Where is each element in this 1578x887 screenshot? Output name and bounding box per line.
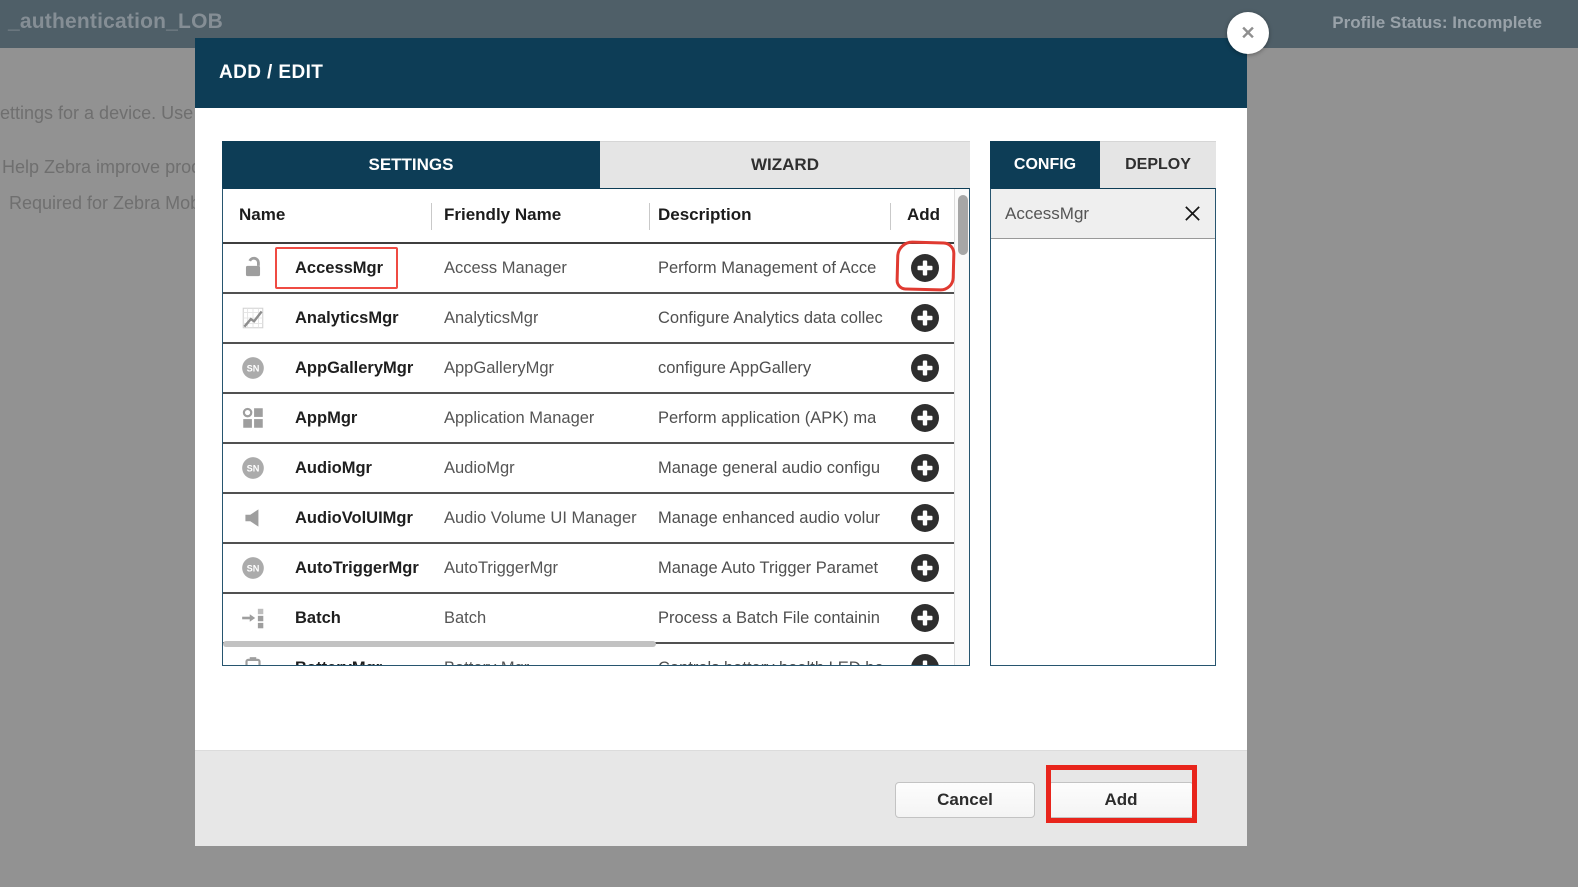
cancel-button[interactable]: Cancel (895, 782, 1035, 818)
column-divider (431, 203, 432, 230)
table-body: AccessMgr Access Manager Perform Managemen… (223, 244, 969, 666)
table-row: AnalyticsMgr AnalyticsMgr Configure Analyt… (223, 294, 954, 344)
settings-table-section: SETTINGS WIZARD Name Friendly Name Descr… (222, 141, 970, 666)
row-add-plus-button[interactable] (910, 453, 940, 483)
row-description: Controls battery health LED be (658, 644, 884, 666)
row-add-plus-button[interactable] (910, 253, 940, 283)
row-description: Process a Batch File containin (658, 594, 880, 642)
screen: { "topbar": { "title": "_authentication_… (0, 0, 1578, 887)
speaker-icon (240, 505, 266, 531)
battery-icon (240, 655, 266, 666)
dialog-close-button[interactable]: ✕ (1227, 12, 1269, 54)
sn-badge-icon: SN (240, 455, 266, 481)
sn-badge-icon: SN (240, 555, 266, 581)
batch-icon (240, 605, 266, 631)
add-button[interactable]: Add (1048, 782, 1194, 818)
row-friendly: Battery Mgr (444, 644, 529, 666)
row-description: Configure Analytics data collec (658, 294, 883, 342)
column-header-description: Description (658, 205, 752, 225)
row-add-plus-button[interactable] (910, 553, 940, 583)
column-divider (890, 203, 891, 230)
row-friendly: AudioMgr (444, 444, 515, 492)
dialog-title: ADD / EDIT (219, 38, 323, 108)
table-row: AudioVolUIMgr Audio Volume UI Manager Mana… (223, 494, 954, 544)
row-friendly: Access Manager (444, 244, 567, 292)
tab-wizard[interactable]: WIZARD (600, 141, 970, 188)
lock-open-icon (240, 255, 266, 281)
row-add-plus-button[interactable] (910, 303, 940, 333)
config-deploy-tabbar: CONFIG DEPLOY (990, 141, 1216, 188)
row-description: Manage enhanced audio volur (658, 494, 880, 542)
row-add-plus-button[interactable] (910, 603, 940, 633)
config-list: AccessMgr (990, 188, 1216, 666)
svg-text:SN: SN (247, 363, 260, 373)
table-header-row: Name Friendly Name Description Add (223, 189, 969, 244)
row-name: BatteryMgr (295, 644, 382, 666)
row-add-plus-button[interactable] (910, 503, 940, 533)
row-description: Manage general audio configu (658, 444, 880, 492)
profile-status-badge: Profile Status: Incomplete (1332, 13, 1542, 33)
table-row: SN AutoTriggerMgr AutoTriggerMgr Manage Aut… (223, 544, 954, 594)
svg-text:SN: SN (247, 563, 260, 573)
table-row: AppMgr Application Manager Perform applica… (223, 394, 954, 444)
table-row: Batch Batch Process a Batch File containin (223, 594, 954, 644)
row-add-plus-button[interactable] (910, 653, 940, 666)
column-header-friendly-name: Friendly Name (444, 205, 561, 225)
row-description: Perform application (APK) ma (658, 394, 876, 442)
row-add-plus-button[interactable] (910, 403, 940, 433)
row-name: AutoTriggerMgr (295, 544, 419, 592)
svg-text:SN: SN (247, 463, 260, 473)
row-name: AnalyticsMgr (295, 294, 399, 342)
analytics-chart-icon (240, 305, 266, 331)
tab-config[interactable]: CONFIG (990, 141, 1100, 188)
page-title: _authentication_LOB (8, 10, 223, 34)
row-friendly: Application Manager (444, 394, 594, 442)
vertical-scrollbar-track[interactable] (954, 189, 970, 666)
remove-item-x-icon[interactable] (1182, 204, 1202, 224)
background-text-line: Required for Zebra Mobi (9, 193, 204, 214)
vertical-scrollbar-thumb[interactable] (958, 195, 968, 255)
tab-settings[interactable]: SETTINGS (222, 141, 600, 188)
column-header-add: Add (907, 205, 940, 225)
column-divider (649, 203, 650, 230)
row-add-plus-button[interactable] (910, 353, 940, 383)
settings-wizard-tabbar: SETTINGS WIZARD (222, 141, 970, 188)
row-description: Manage Auto Trigger Paramet (658, 544, 878, 592)
row-friendly: AutoTriggerMgr (444, 544, 558, 592)
row-name: Batch (295, 594, 341, 642)
row-friendly: Batch (444, 594, 486, 642)
settings-table: Name Friendly Name Description Add Acces… (222, 188, 970, 666)
table-row: SN AppGalleryMgr AppGalleryMgr configure Ap… (223, 344, 954, 394)
table-row: SN AudioMgr AudioMgr Manage general audio c… (223, 444, 954, 494)
row-name: AppMgr (295, 394, 357, 442)
config-list-item: AccessMgr (991, 189, 1215, 239)
add-edit-dialog: ADD / EDIT SETTINGS WIZARD Name Friendly… (195, 38, 1247, 846)
horizontal-scrollbar-thumb[interactable] (223, 641, 656, 647)
app-grid-icon (240, 405, 266, 431)
column-header-name: Name (239, 205, 285, 225)
row-friendly: AnalyticsMgr (444, 294, 538, 342)
dialog-header: ADD / EDIT (195, 38, 1247, 108)
config-item-label: AccessMgr (1005, 204, 1089, 224)
sn-badge-icon: SN (240, 355, 266, 381)
row-friendly: AppGalleryMgr (444, 344, 554, 392)
tab-deploy[interactable]: DEPLOY (1100, 141, 1216, 188)
row-name: AudioMgr (295, 444, 372, 492)
close-icon: ✕ (1240, 23, 1255, 44)
dialog-footer: Cancel Add (195, 750, 1247, 846)
background-text-line: ettings for a device. Use t (0, 103, 203, 124)
row-name: AudioVolUIMgr (295, 494, 413, 542)
row-name: AccessMgr (295, 244, 383, 292)
background-text-line: Help Zebra improve produ (2, 157, 211, 178)
config-deploy-section: CONFIG DEPLOY AccessMgr (990, 141, 1216, 666)
row-description: Perform Management of Acce (658, 244, 876, 292)
table-row: BatteryMgr Battery Mgr Controls battery he… (223, 644, 954, 666)
row-description: configure AppGallery (658, 344, 811, 392)
table-row: AccessMgr Access Manager Perform Managemen… (223, 244, 954, 294)
row-name: AppGalleryMgr (295, 344, 413, 392)
row-friendly: Audio Volume UI Manager (444, 494, 637, 542)
